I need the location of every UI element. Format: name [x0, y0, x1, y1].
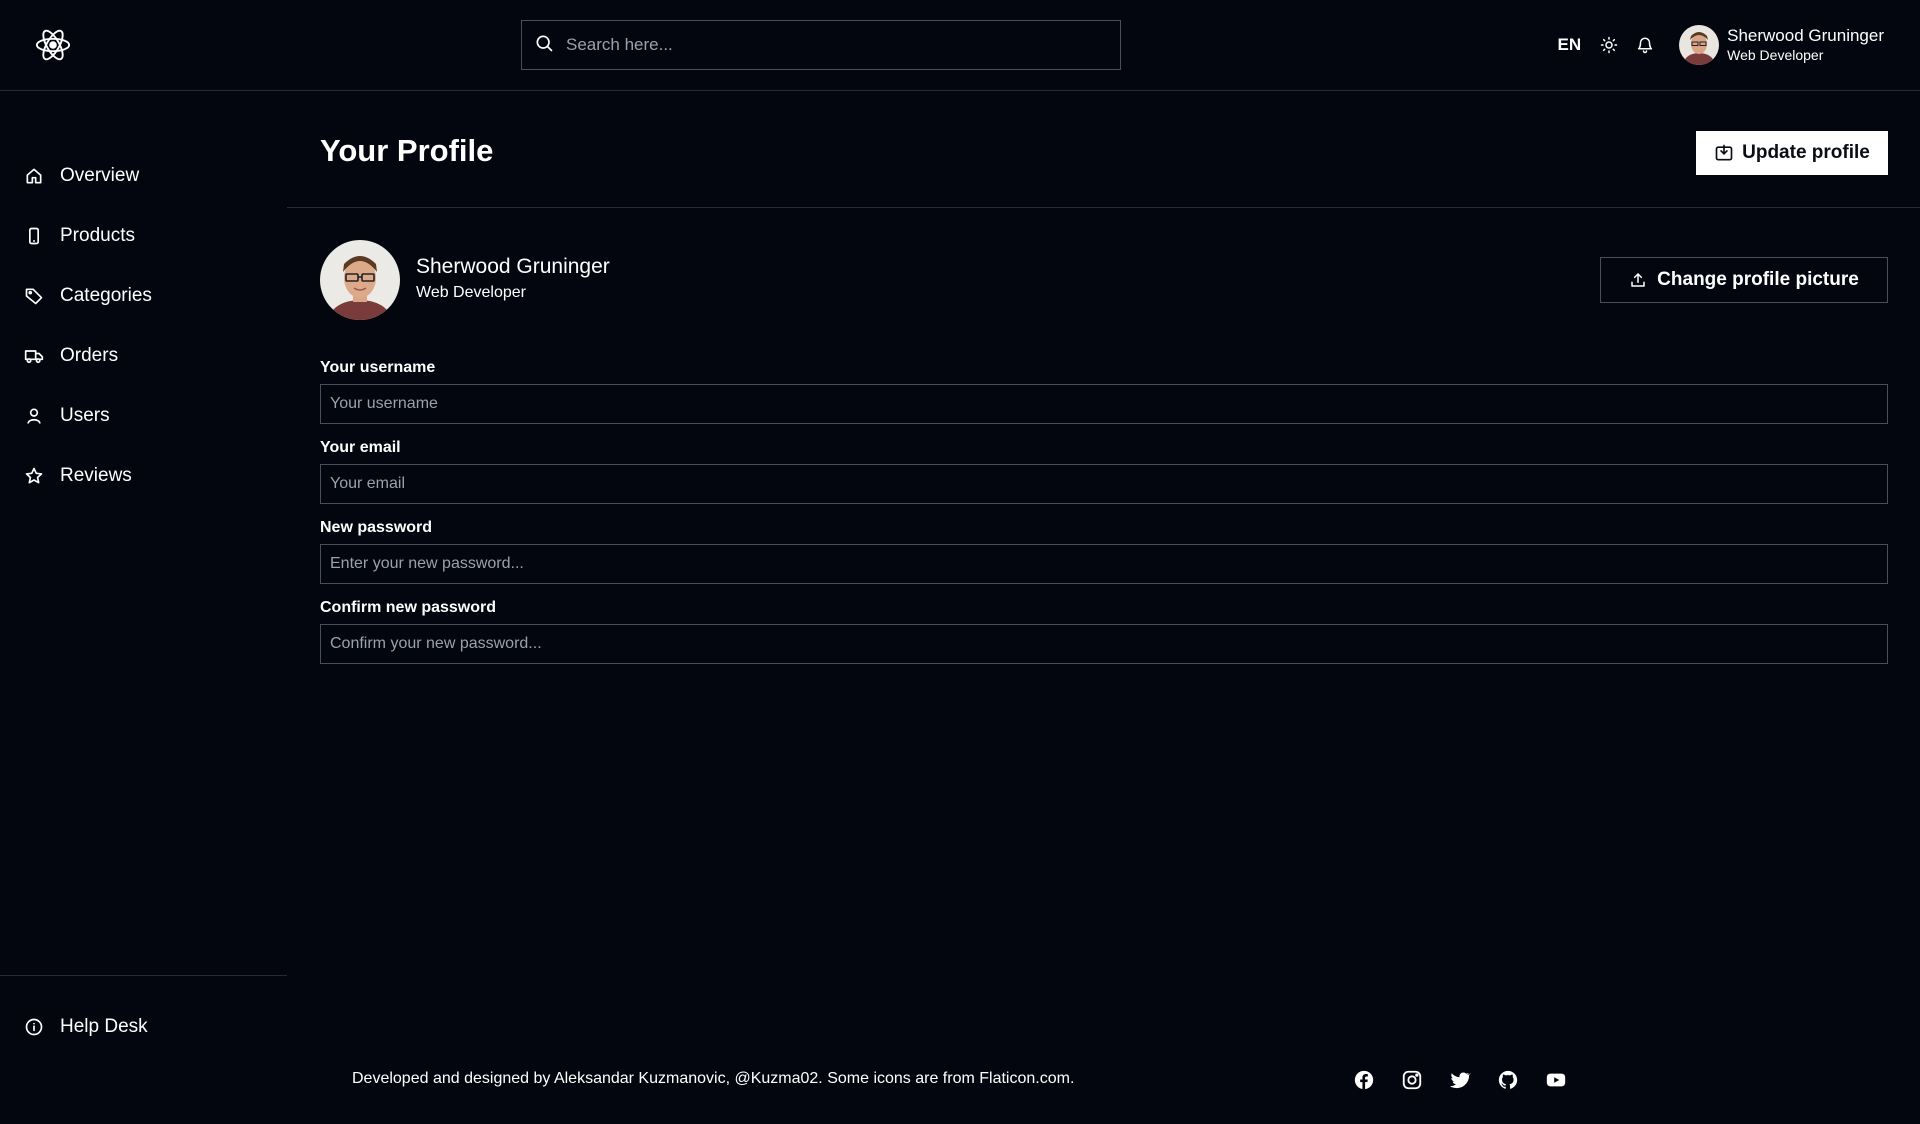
youtube-icon[interactable]	[1544, 1068, 1568, 1092]
upload-icon	[1631, 273, 1645, 287]
language-selector[interactable]: EN	[1558, 35, 1582, 55]
search-bar[interactable]	[521, 20, 1121, 70]
header-user-info[interactable]: Sherwood Gruninger Web Developer	[1727, 26, 1884, 63]
sidebar-item-users[interactable]: Users	[0, 394, 287, 438]
sidebar-item-label: Users	[60, 405, 110, 426]
save-icon	[1715, 144, 1733, 161]
page-title: Your Profile	[320, 133, 494, 168]
info-icon	[25, 1018, 43, 1036]
smartphone-icon	[29, 227, 39, 245]
footer-credits: Developed and designed by Aleksandar Kuz…	[352, 1070, 1075, 1087]
sidebar-item-categories[interactable]: Categories	[0, 274, 287, 318]
truck-icon	[24, 350, 44, 364]
username-field[interactable]	[320, 384, 1888, 424]
header-user-role: Web Developer	[1727, 46, 1824, 63]
sidebar-item-label: Categories	[60, 285, 152, 306]
confirm-password-field[interactable]	[320, 624, 1888, 664]
new-password-field[interactable]	[320, 544, 1888, 584]
header-user-name: Sherwood Gruninger	[1727, 26, 1884, 46]
github-icon[interactable]	[1496, 1068, 1520, 1092]
email-field[interactable]	[320, 464, 1888, 504]
twitter-icon[interactable]	[1448, 1068, 1472, 1092]
star-icon	[25, 467, 43, 484]
search-input[interactable]	[566, 35, 1106, 55]
update-profile-label: Update profile	[1742, 142, 1870, 163]
instagram-icon[interactable]	[1400, 1068, 1424, 1092]
sidebar-item-label: Help Desk	[60, 1016, 148, 1037]
sidebar-item-help-desk[interactable]: Help Desk	[0, 1005, 287, 1049]
sun-icon[interactable]	[1599, 35, 1619, 55]
sidebar-item-label: Reviews	[60, 465, 132, 486]
change-profile-picture-button[interactable]: Change profile picture	[1600, 257, 1888, 303]
email-label: Your email	[320, 439, 401, 456]
update-profile-button[interactable]: Update profile	[1696, 131, 1888, 175]
username-label: Your username	[320, 359, 436, 376]
social-links	[1352, 1068, 1592, 1092]
user-icon	[27, 408, 41, 424]
sidebar-item-label: Overview	[60, 165, 140, 186]
sidebar-item-reviews[interactable]: Reviews	[0, 454, 287, 498]
react-logo-icon[interactable]	[34, 26, 72, 64]
facebook-icon[interactable]	[1352, 1068, 1376, 1092]
confirm-password-label: Confirm new password	[320, 599, 497, 616]
sidebar: Overview Products Categories Orders User…	[0, 92, 287, 1124]
change-profile-picture-label: Change profile picture	[1657, 269, 1859, 290]
home-icon	[26, 168, 42, 184]
profile-name: Sherwood Gruninger	[416, 255, 610, 278]
sidebar-item-products[interactable]: Products	[0, 214, 287, 258]
header-actions: EN Sherwood Gruninger Web Developer	[1558, 22, 1884, 68]
search-icon	[534, 33, 554, 58]
profile-avatar	[320, 240, 400, 320]
sidebar-item-label: Orders	[60, 345, 119, 366]
sidebar-item-orders[interactable]: Orders	[0, 334, 287, 378]
bell-icon[interactable]	[1635, 35, 1655, 55]
tag-icon	[25, 288, 43, 305]
new-password-label: New password	[320, 519, 433, 536]
sidebar-item-label: Products	[60, 225, 135, 246]
profile-role: Web Developer	[416, 284, 526, 301]
top-header: EN	[0, 0, 1920, 91]
user-avatar[interactable]	[1679, 25, 1720, 65]
sidebar-item-overview[interactable]: Overview	[0, 154, 287, 198]
main-divider	[287, 207, 1920, 208]
sidebar-divider	[0, 975, 287, 976]
